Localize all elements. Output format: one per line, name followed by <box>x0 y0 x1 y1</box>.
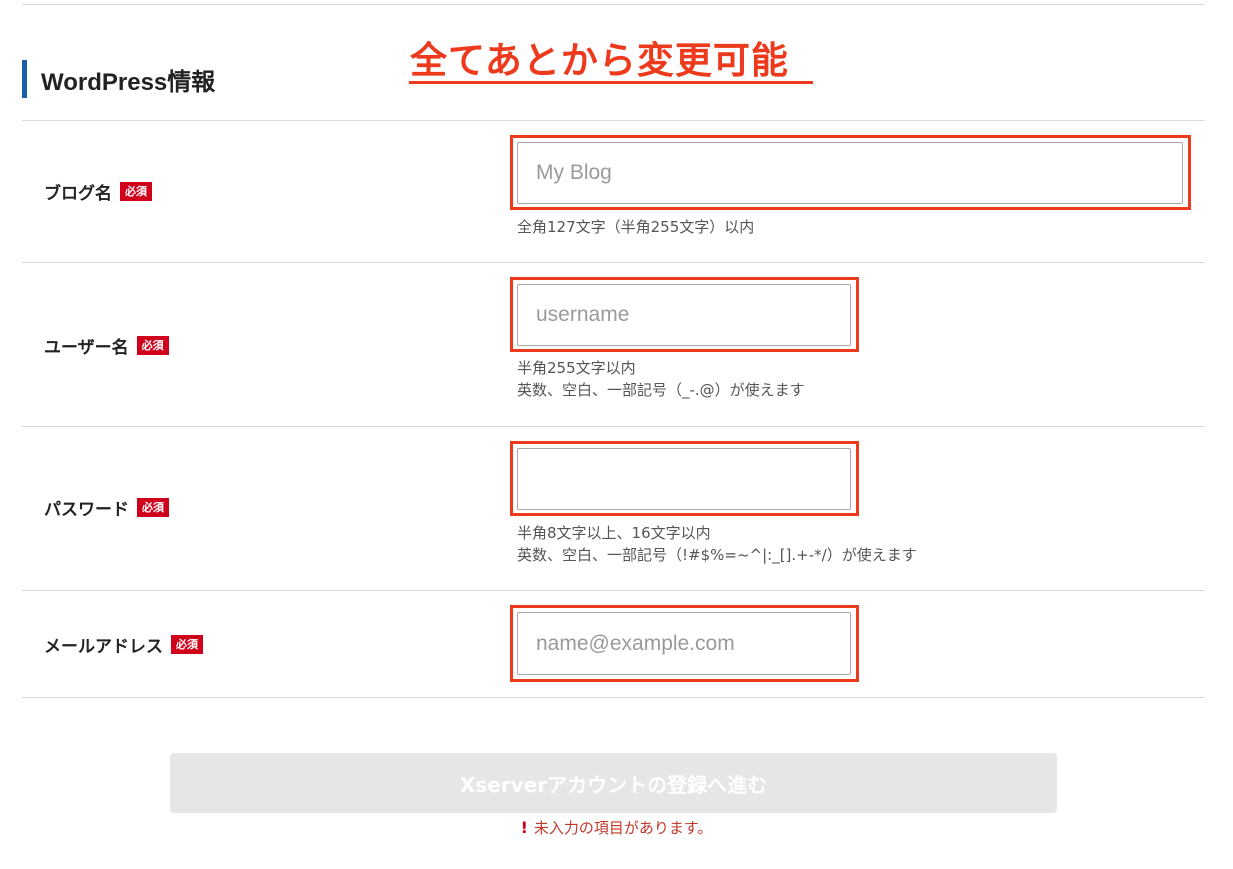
required-badge: 必須 <box>120 181 152 201</box>
row-divider <box>22 590 1205 591</box>
username-help: 半角255文字以内 英数、空白、一部記号（_-.@）が使えます <box>517 357 805 401</box>
section-title: WordPress情報 <box>41 68 216 96</box>
blog-name-label-text: ブログ名 <box>44 183 112 204</box>
blog-name-input[interactable] <box>517 142 1183 204</box>
required-badge: 必須 <box>171 634 203 654</box>
required-badge: 必須 <box>137 497 169 517</box>
password-help-line-2: 英数、空白、一部記号（!#$%=~^|:_[].+-*/）が使えます <box>517 546 917 564</box>
blog-name-help-line: 全角127文字（半角255文字）以内 <box>517 218 755 236</box>
section-header: WordPress情報 <box>22 60 215 98</box>
password-input[interactable] <box>517 448 851 510</box>
password-label-text: パスワード <box>44 499 129 520</box>
validation-error: ! 未入力の項目があります。 <box>0 817 1233 838</box>
password-help: 半角8文字以上、16文字以内 英数、空白、一部記号（!#$%=~^|:_[].+… <box>517 522 917 566</box>
email-label: メールアドレス 必須 <box>44 630 203 658</box>
username-help-line-2: 英数、空白、一部記号（_-.@）が使えます <box>517 381 805 399</box>
annotation-text: 全てあとから変更可能 <box>410 39 789 82</box>
proceed-to-registration-button[interactable]: Xserverアカウントの登録へ進む <box>170 753 1057 813</box>
top-divider <box>22 4 1205 5</box>
required-badge: 必須 <box>136 335 169 355</box>
password-help-line-1: 半角8文字以上、16文字以内 <box>517 524 711 542</box>
username-input[interactable] <box>517 284 851 346</box>
row-divider <box>22 262 1205 263</box>
username-label-text: ユーザー名 <box>44 337 129 358</box>
username-help-line-1: 半角255文字以内 <box>517 359 636 377</box>
row-divider <box>22 120 1205 121</box>
annotation-underline <box>409 81 813 84</box>
password-label: パスワード 必須 <box>44 493 169 521</box>
blog-name-help: 全角127文字（半角255文字）以内 <box>517 216 754 238</box>
validation-error-message: 未入力の項目があります。 <box>533 819 713 837</box>
email-input[interactable] <box>517 612 851 675</box>
email-label-text: メールアドレス <box>44 636 163 657</box>
row-divider <box>22 426 1205 427</box>
section-accent-bar <box>22 60 27 98</box>
row-divider <box>22 697 1205 698</box>
blog-name-label: ブログ名 必須 <box>44 177 152 205</box>
exclamation-icon: ! <box>520 818 528 837</box>
username-label: ユーザー名 必須 <box>44 331 169 359</box>
